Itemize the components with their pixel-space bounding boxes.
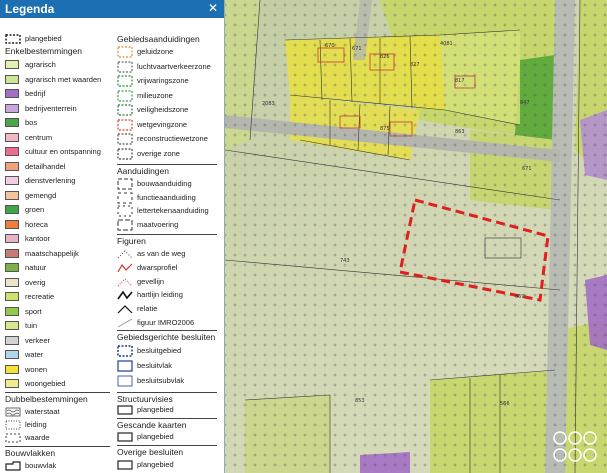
parcel-number: 853 bbox=[355, 398, 365, 404]
divider bbox=[117, 445, 217, 446]
section-title-bouwvlakken: Bouwvlakken bbox=[5, 448, 56, 458]
parcel-number: 669 bbox=[515, 294, 525, 300]
section-title-overige-besluiten: Overige besluiten bbox=[117, 447, 184, 457]
color-swatch bbox=[5, 350, 19, 359]
as-van-de-weg-symbol-icon bbox=[117, 250, 133, 259]
overige zone-symbol-icon bbox=[117, 147, 133, 160]
hartlijn-leiding-symbol-icon bbox=[117, 290, 133, 300]
figuur-IMRO2006-symbol-icon bbox=[117, 318, 133, 328]
color-swatch bbox=[5, 306, 19, 316]
parcel-number: 817 bbox=[455, 78, 465, 84]
luchtvaartverkeerzone-symbol-icon bbox=[117, 60, 133, 73]
divider bbox=[117, 330, 217, 331]
parcel-number: 847 bbox=[520, 100, 530, 106]
besluitgebied-symbol-icon bbox=[117, 345, 133, 357]
color-swatch bbox=[5, 277, 19, 287]
leiding-symbol-icon bbox=[5, 420, 21, 430]
bouwvlak-symbol-icon bbox=[5, 461, 21, 471]
color-swatch bbox=[5, 321, 19, 330]
divider bbox=[117, 392, 217, 393]
color-swatch bbox=[5, 147, 19, 156]
milieuzone-symbol-icon bbox=[117, 89, 133, 102]
section-title-dubbelbestemmingen: Dubbelbestemmingen bbox=[5, 394, 88, 404]
parcel-number: 4081 bbox=[440, 41, 453, 47]
color-swatch bbox=[5, 263, 19, 272]
bouwaanduiding-symbol-icon bbox=[117, 178, 133, 190]
legend-title: Legenda bbox=[5, 2, 55, 16]
color-swatch bbox=[5, 161, 19, 171]
parcel-number: 671 bbox=[522, 166, 532, 172]
plangebied-symbol-icon bbox=[117, 460, 133, 470]
legend-header: Legenda ✕ bbox=[0, 0, 224, 18]
color-swatch bbox=[5, 89, 19, 98]
color-swatch bbox=[5, 176, 19, 185]
parcel-number: 671 bbox=[352, 46, 362, 52]
legend-panel: Legenda ✕ plangebied Enkelbestemmingen D… bbox=[0, 0, 225, 473]
color-swatch bbox=[5, 205, 19, 214]
parcel-number: 566 bbox=[500, 401, 510, 407]
color-swatch bbox=[5, 60, 19, 69]
color-swatch bbox=[5, 219, 19, 229]
dwarsprofiel-symbol-icon bbox=[117, 263, 133, 273]
color-swatch bbox=[5, 118, 19, 127]
functieaanduiding-symbol-icon bbox=[117, 192, 133, 203]
gevellijn-symbol-icon bbox=[117, 277, 133, 286]
section-title-aanduidingen: Aanduidingen bbox=[117, 166, 169, 176]
parcel-number: 827 bbox=[410, 62, 420, 68]
plangebied-symbol-icon bbox=[117, 432, 133, 442]
parcel-number: 670 bbox=[325, 43, 335, 49]
plangebied-symbol-icon bbox=[117, 405, 133, 415]
color-swatch bbox=[5, 292, 19, 301]
divider bbox=[117, 418, 217, 419]
section-title-gebiedsgerichte-besluiten: Gebiedsgerichte besluiten bbox=[117, 332, 216, 342]
section-title-structuurvisies: Structuurvisies bbox=[117, 394, 173, 404]
lettertekenaanduiding-symbol-icon bbox=[117, 205, 133, 217]
color-swatch bbox=[5, 74, 19, 84]
waarde-symbol-icon bbox=[5, 433, 21, 443]
color-swatch bbox=[5, 335, 19, 345]
maatvoering-symbol-icon bbox=[117, 219, 133, 230]
section-title-enkelbestemmingen: Enkelbestemmingen bbox=[5, 46, 83, 56]
plangebied-symbol-icon bbox=[5, 34, 21, 44]
color-swatch bbox=[5, 103, 19, 113]
parcel-number: 743 bbox=[340, 258, 350, 264]
color-swatch bbox=[5, 379, 19, 388]
divider bbox=[117, 234, 217, 235]
vrijwaringszone-symbol-icon bbox=[117, 75, 133, 87]
parcel-number: 863 bbox=[455, 129, 465, 135]
divider bbox=[5, 446, 110, 447]
color-swatch bbox=[5, 248, 19, 258]
parcel-number: 875 bbox=[380, 126, 390, 132]
color-swatch bbox=[5, 364, 19, 374]
divider bbox=[117, 164, 217, 165]
section-title-gebiedsaanduidingen: Gebiedsaanduidingen bbox=[117, 34, 200, 44]
section-title-gescande-kaarten: Gescande kaarten bbox=[117, 420, 187, 430]
reconstructiewetzone-symbol-icon bbox=[117, 133, 133, 145]
waterstaat-symbol-icon bbox=[5, 407, 21, 417]
besluitvlak-symbol-icon bbox=[117, 360, 133, 372]
parcel-number: 2083 bbox=[262, 101, 275, 107]
color-swatch bbox=[5, 190, 19, 200]
section-title-figuren: Figuren bbox=[117, 236, 146, 246]
color-swatch bbox=[5, 132, 19, 142]
divider bbox=[5, 392, 110, 393]
parcel-number: 826 bbox=[380, 54, 390, 60]
color-swatch bbox=[5, 234, 19, 243]
relatie-symbol-icon bbox=[117, 305, 133, 314]
geluidzone-symbol-icon bbox=[117, 46, 133, 58]
close-icon[interactable]: ✕ bbox=[208, 1, 218, 15]
veiligheidszone-symbol-icon bbox=[117, 104, 133, 116]
wetgevingzone-symbol-icon bbox=[117, 118, 133, 131]
besluitsubvlak-symbol-icon bbox=[117, 375, 133, 387]
